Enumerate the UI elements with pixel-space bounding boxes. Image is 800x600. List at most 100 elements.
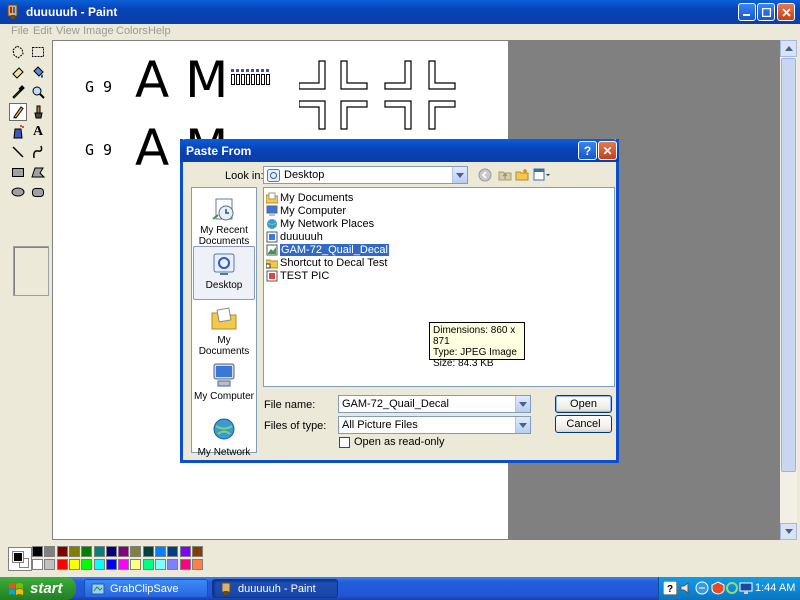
fill-tool[interactable] [29,63,47,81]
file-type-dropdown[interactable] [515,417,530,433]
place-desktop[interactable]: Desktop [193,246,255,300]
color-picker-tool[interactable] [9,83,27,101]
rounded-rect-tool[interactable] [29,183,47,201]
palette-swatch[interactable] [81,546,93,557]
menu-view[interactable]: View [56,25,80,37]
current-colors[interactable] [8,547,32,571]
palette-swatch[interactable] [155,559,166,570]
start-button[interactable]: start [0,577,76,600]
free-select-tool[interactable] [9,43,27,61]
palette-swatch[interactable] [142,559,154,570]
title-bar[interactable]: duuuuuh - Paint [0,0,800,24]
maximize-button[interactable] [757,3,775,21]
palette-swatch[interactable] [167,546,179,557]
airbrush-tool[interactable] [9,123,27,141]
palette-swatch[interactable] [44,546,56,557]
new-folder-icon[interactable] [515,168,529,182]
palette-swatch[interactable] [44,559,56,570]
curve-tool[interactable] [29,143,47,161]
file-item-my-documents[interactable]: My Documents [266,191,353,204]
volume-icon[interactable] [679,581,693,595]
sync-icon[interactable] [725,581,739,595]
look-in-combo[interactable]: Desktop [263,166,468,184]
look-in-dropdown[interactable] [452,167,467,183]
file-item-my-network-places[interactable]: My Network Places [266,217,374,230]
task-paint[interactable]: duuuuuh - Paint [212,579,338,598]
file-type-combo[interactable]: All Picture Files [338,416,531,434]
view-menu-icon[interactable] [533,168,551,182]
scroll-up-button[interactable] [780,40,797,57]
tool-options-box[interactable] [13,246,49,296]
palette-swatch[interactable] [118,559,130,570]
file-list[interactable]: My Documents My Computer My Network Plac… [263,187,615,387]
palette-swatch[interactable] [118,546,130,557]
rectangle-tool[interactable] [9,163,27,181]
help-tray-icon[interactable]: ? [663,581,677,595]
palette-swatch[interactable] [130,559,142,570]
place-my-documents[interactable]: My Documents [193,302,255,357]
pencil-tool[interactable] [9,103,27,121]
palette-swatch[interactable] [32,559,43,570]
palette-swatch[interactable] [105,546,117,557]
network-tray-icon[interactable] [695,581,709,595]
palette-swatch[interactable] [155,546,166,557]
palette-swatch[interactable] [105,559,117,570]
security-icon[interactable] [711,581,725,595]
read-only-checkbox[interactable] [339,437,350,448]
ellipse-tool[interactable] [9,183,27,201]
brush-tool[interactable] [29,103,47,121]
palette-swatch[interactable] [179,546,191,557]
menu-file[interactable]: File [11,25,29,37]
palette-swatch[interactable] [167,559,179,570]
file-name-dropdown[interactable] [515,396,530,412]
dialog-title-bar[interactable]: Paste From ? ✕ [180,139,619,162]
eraser-tool[interactable] [9,63,27,81]
place-my-network[interactable]: My Network [193,414,255,468]
dialog-close-button[interactable]: ✕ [598,141,617,160]
palette-swatch[interactable] [130,546,142,557]
file-item-shortcut-to-decal-test[interactable]: Shortcut to Decal Test [266,256,387,269]
back-icon[interactable] [478,168,492,182]
task-grabclipsave[interactable]: GrabClipSave [84,579,208,598]
menu-image[interactable]: Image [83,25,114,37]
scroll-down-button[interactable] [780,523,797,540]
file-name-combo[interactable]: GAM-72_Quail_Decal [338,395,531,413]
palette-swatch[interactable] [93,546,105,557]
palette-swatch[interactable] [32,546,43,557]
rect-select-tool[interactable] [29,43,47,61]
up-folder-icon[interactable] [498,168,512,182]
palette-swatch[interactable] [56,546,68,557]
bitmap-icon [266,231,278,242]
palette-swatch[interactable] [93,559,105,570]
place-recent-documents[interactable]: My Recent Documents [193,192,255,247]
menu-help[interactable]: Help [148,25,171,37]
file-item-duuuuuh[interactable]: duuuuuh [266,230,323,243]
scroll-thumb[interactable] [781,58,796,472]
menu-colors[interactable]: Colors [116,25,148,37]
palette-swatch[interactable] [68,546,80,557]
menu-edit[interactable]: Edit [33,25,52,37]
display-icon[interactable] [739,581,753,595]
open-button[interactable]: Open [555,395,612,413]
magnifier-tool[interactable] [29,83,47,101]
place-my-computer[interactable]: My Computer [193,358,255,412]
file-item-gam-72-quail-decal[interactable]: GAM-72_Quail_Decal [266,243,389,256]
file-item-test-pic[interactable]: TEST PIC [266,269,329,282]
palette-swatch[interactable] [81,559,93,570]
close-button[interactable] [777,3,795,21]
file-item-my-computer[interactable]: My Computer [266,204,346,217]
minimize-button[interactable] [738,3,756,21]
cancel-button[interactable]: Cancel [555,415,612,433]
polygon-tool[interactable] [29,163,47,181]
vertical-scrollbar[interactable] [780,40,797,540]
palette-swatch[interactable] [142,546,154,557]
palette-swatch[interactable] [68,559,80,570]
text-tool[interactable]: A [29,123,47,141]
palette-swatch[interactable] [56,559,68,570]
line-tool[interactable] [9,143,27,161]
palette-swatch[interactable] [179,559,191,570]
palette-swatch[interactable] [191,559,203,570]
dialog-help-button[interactable]: ? [578,141,597,160]
palette-swatch[interactable] [191,546,203,557]
foreground-color[interactable] [12,551,24,563]
